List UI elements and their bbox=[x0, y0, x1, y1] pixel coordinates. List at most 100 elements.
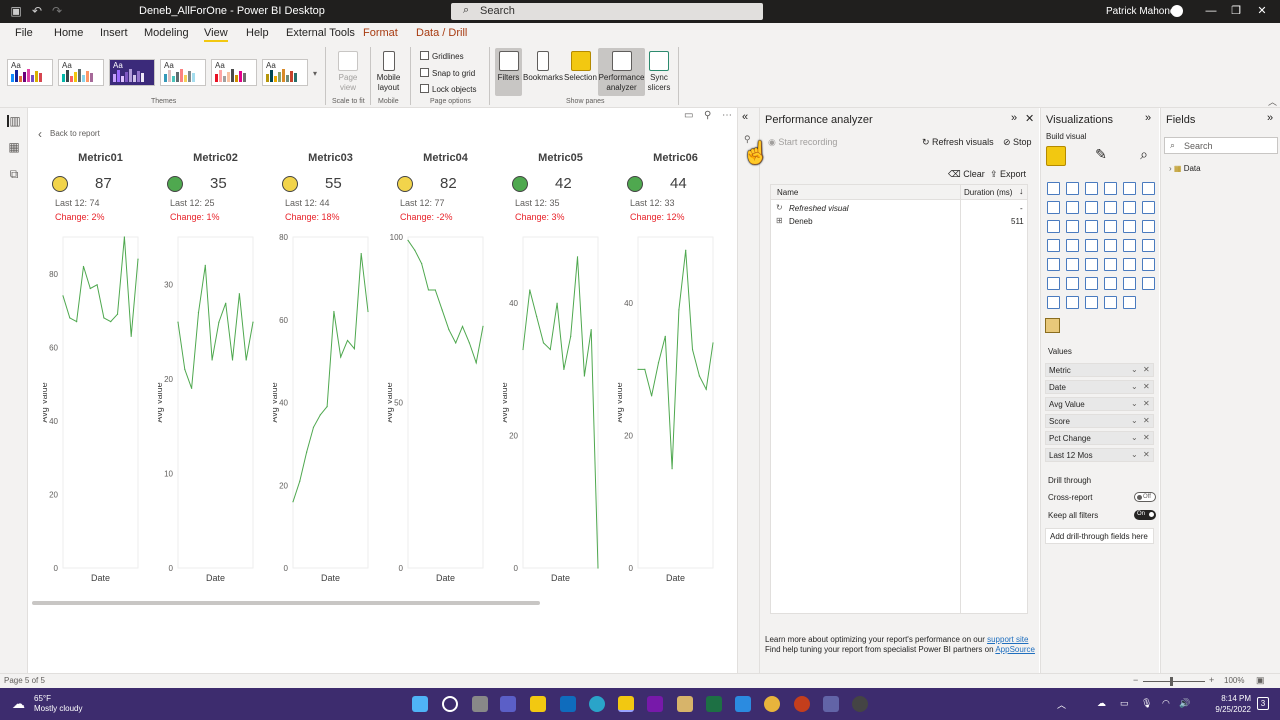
zoom-slider-thumb[interactable] bbox=[1170, 677, 1173, 686]
onenote-icon[interactable] bbox=[647, 696, 663, 712]
more-options-icon[interactable]: ⋯ bbox=[722, 110, 732, 121]
visual-type-icon[interactable] bbox=[1066, 258, 1079, 271]
data-point[interactable] bbox=[597, 567, 599, 569]
visual-type-icon[interactable] bbox=[1085, 258, 1098, 271]
powerbi-icon[interactable] bbox=[618, 696, 634, 712]
save-icon[interactable]: ▣ bbox=[9, 4, 23, 18]
microphone-icon[interactable]: 🎙 bbox=[1141, 698, 1152, 709]
menu-external-tools[interactable]: External Tools bbox=[286, 27, 355, 39]
field-well-item[interactable]: Date ⌄ ✕ bbox=[1045, 380, 1154, 394]
metric-card[interactable]: Metric04 82 Last 12: 77 Change: -2% 0 50 100 Av… bbox=[388, 150, 503, 590]
user-name[interactable]: Patrick Mahoney bbox=[1106, 6, 1180, 17]
column-name[interactable]: Name bbox=[777, 188, 798, 197]
zoom-in-icon[interactable]: + bbox=[1209, 675, 1214, 685]
data-point[interactable] bbox=[62, 295, 64, 297]
visual-type-icon[interactable] bbox=[1085, 220, 1098, 233]
bookmarks-button[interactable]: Bookmarks bbox=[523, 51, 563, 83]
snap-to-grid-checkbox[interactable]: Snap to grid bbox=[420, 68, 475, 78]
data-point[interactable] bbox=[705, 388, 707, 390]
data-point[interactable] bbox=[590, 329, 592, 331]
visual-type-icon[interactable] bbox=[1085, 239, 1098, 252]
visual-type-icon[interactable] bbox=[1123, 220, 1136, 233]
metric-card[interactable]: Metric05 42 Last 12: 35 Change: 3% 0 20 40 Avg … bbox=[503, 150, 618, 590]
export-button[interactable]: ⇪ Export bbox=[990, 169, 1026, 180]
data-point[interactable] bbox=[340, 356, 342, 358]
keep-filters-toggle[interactable]: On bbox=[1134, 510, 1156, 520]
data-point[interactable] bbox=[333, 310, 335, 313]
theme-thumbnail[interactable]: Aa bbox=[109, 59, 155, 86]
chevron-down-icon[interactable]: ⌄ bbox=[1131, 382, 1138, 391]
data-point[interactable] bbox=[556, 302, 558, 304]
visual-type-icon[interactable] bbox=[1047, 220, 1060, 233]
avatar[interactable] bbox=[1171, 5, 1183, 17]
data-view-icon[interactable]: ▦ bbox=[7, 141, 21, 153]
visual-type-icon[interactable] bbox=[1066, 296, 1079, 309]
menu-modeling[interactable]: Modeling bbox=[144, 27, 189, 39]
search-box[interactable]: ⌕ Search bbox=[451, 3, 763, 20]
collapse-pane-icon[interactable]: » bbox=[1145, 112, 1151, 124]
teams-chat-icon[interactable] bbox=[500, 696, 516, 712]
filters-pane-collapsed[interactable]: « ⚲ bbox=[737, 108, 759, 673]
visual-type-icon[interactable] bbox=[1104, 220, 1117, 233]
onedrive-icon[interactable]: ☁ bbox=[1097, 698, 1106, 709]
data-point[interactable] bbox=[326, 406, 328, 408]
chevron-right-icon[interactable]: › bbox=[1169, 164, 1172, 173]
metric-card[interactable]: Metric01 87 Last 12: 74 Change: 2% 0 20 40 60 80… bbox=[43, 150, 158, 590]
fit-page-icon[interactable]: ▣ bbox=[1256, 675, 1265, 686]
visual-type-icon[interactable] bbox=[1066, 201, 1079, 214]
format-visual-tab[interactable]: ✎ bbox=[1091, 146, 1111, 166]
visual-type-icon[interactable] bbox=[1047, 182, 1060, 195]
zoom-out-icon[interactable]: − bbox=[1133, 675, 1138, 685]
visual-type-icon[interactable] bbox=[1066, 277, 1079, 290]
performance-analyzer-button[interactable]: Performance analyzer bbox=[598, 48, 645, 96]
data-point[interactable] bbox=[292, 501, 294, 503]
data-point[interactable] bbox=[177, 321, 179, 323]
menu-file[interactable]: File bbox=[15, 27, 33, 39]
weather-icon[interactable]: ☁ bbox=[12, 696, 28, 711]
data-point[interactable] bbox=[468, 342, 470, 344]
visual-type-icon[interactable] bbox=[1104, 201, 1117, 214]
remove-field-icon[interactable]: ✕ bbox=[1143, 433, 1150, 442]
data-point[interactable] bbox=[96, 284, 98, 286]
table-row[interactable]: ↻ Refreshed visual - bbox=[771, 202, 1027, 215]
file-explorer-icon[interactable] bbox=[530, 696, 546, 712]
data-point[interactable] bbox=[137, 258, 139, 260]
task-view-icon[interactable] bbox=[472, 696, 488, 712]
tray-overflow-icon[interactable]: ︿ bbox=[1057, 698, 1066, 711]
themes-dropdown-icon[interactable]: ▾ bbox=[313, 69, 317, 78]
data-point[interactable] bbox=[184, 368, 186, 370]
data-point[interactable] bbox=[353, 348, 355, 350]
visual-type-icon[interactable] bbox=[1123, 296, 1136, 309]
minimize-icon[interactable]: — bbox=[1202, 3, 1220, 19]
menu-help[interactable]: Help bbox=[246, 27, 269, 39]
collapse-pane-icon[interactable]: » bbox=[1267, 112, 1273, 124]
chrome-icon[interactable] bbox=[764, 696, 780, 712]
visual-type-icon[interactable] bbox=[1047, 296, 1060, 309]
data-point[interactable] bbox=[644, 368, 646, 370]
field-well-item[interactable]: Score ⌄ ✕ bbox=[1045, 414, 1154, 428]
visual-type-icon[interactable] bbox=[1085, 182, 1098, 195]
table-row[interactable]: ⊞ Deneb 511 bbox=[771, 215, 1027, 228]
line-chart[interactable]: 0 20 40 60 80 Avg Value Date bbox=[273, 232, 383, 587]
excel-icon[interactable] bbox=[706, 696, 722, 712]
data-point[interactable] bbox=[712, 342, 714, 344]
focus-mode-icon[interactable]: ▭ bbox=[684, 110, 693, 121]
visual-type-icon[interactable] bbox=[1047, 258, 1060, 271]
visual-type-icon[interactable] bbox=[1142, 277, 1155, 290]
vscode-icon[interactable] bbox=[735, 696, 751, 712]
data-point[interactable] bbox=[434, 289, 436, 291]
visual-type-icon[interactable] bbox=[1104, 258, 1117, 271]
data-point[interactable] bbox=[346, 339, 349, 342]
metric-card[interactable]: Metric03 55 Last 12: 44 Change: 18% 0 20 40 60 8… bbox=[273, 150, 388, 590]
data-point[interactable] bbox=[76, 320, 78, 323]
windows-start-icon[interactable] bbox=[412, 696, 428, 712]
visual-type-icon[interactable] bbox=[1104, 182, 1117, 195]
data-point[interactable] bbox=[576, 256, 579, 258]
chevron-down-icon[interactable]: ⌄ bbox=[1131, 450, 1138, 459]
data-point[interactable] bbox=[448, 329, 450, 331]
data-point[interactable] bbox=[211, 359, 213, 361]
data-point[interactable] bbox=[427, 289, 430, 291]
data-point[interactable] bbox=[583, 375, 585, 377]
visual-type-icon[interactable] bbox=[1066, 182, 1079, 195]
menu-insert[interactable]: Insert bbox=[100, 27, 128, 39]
